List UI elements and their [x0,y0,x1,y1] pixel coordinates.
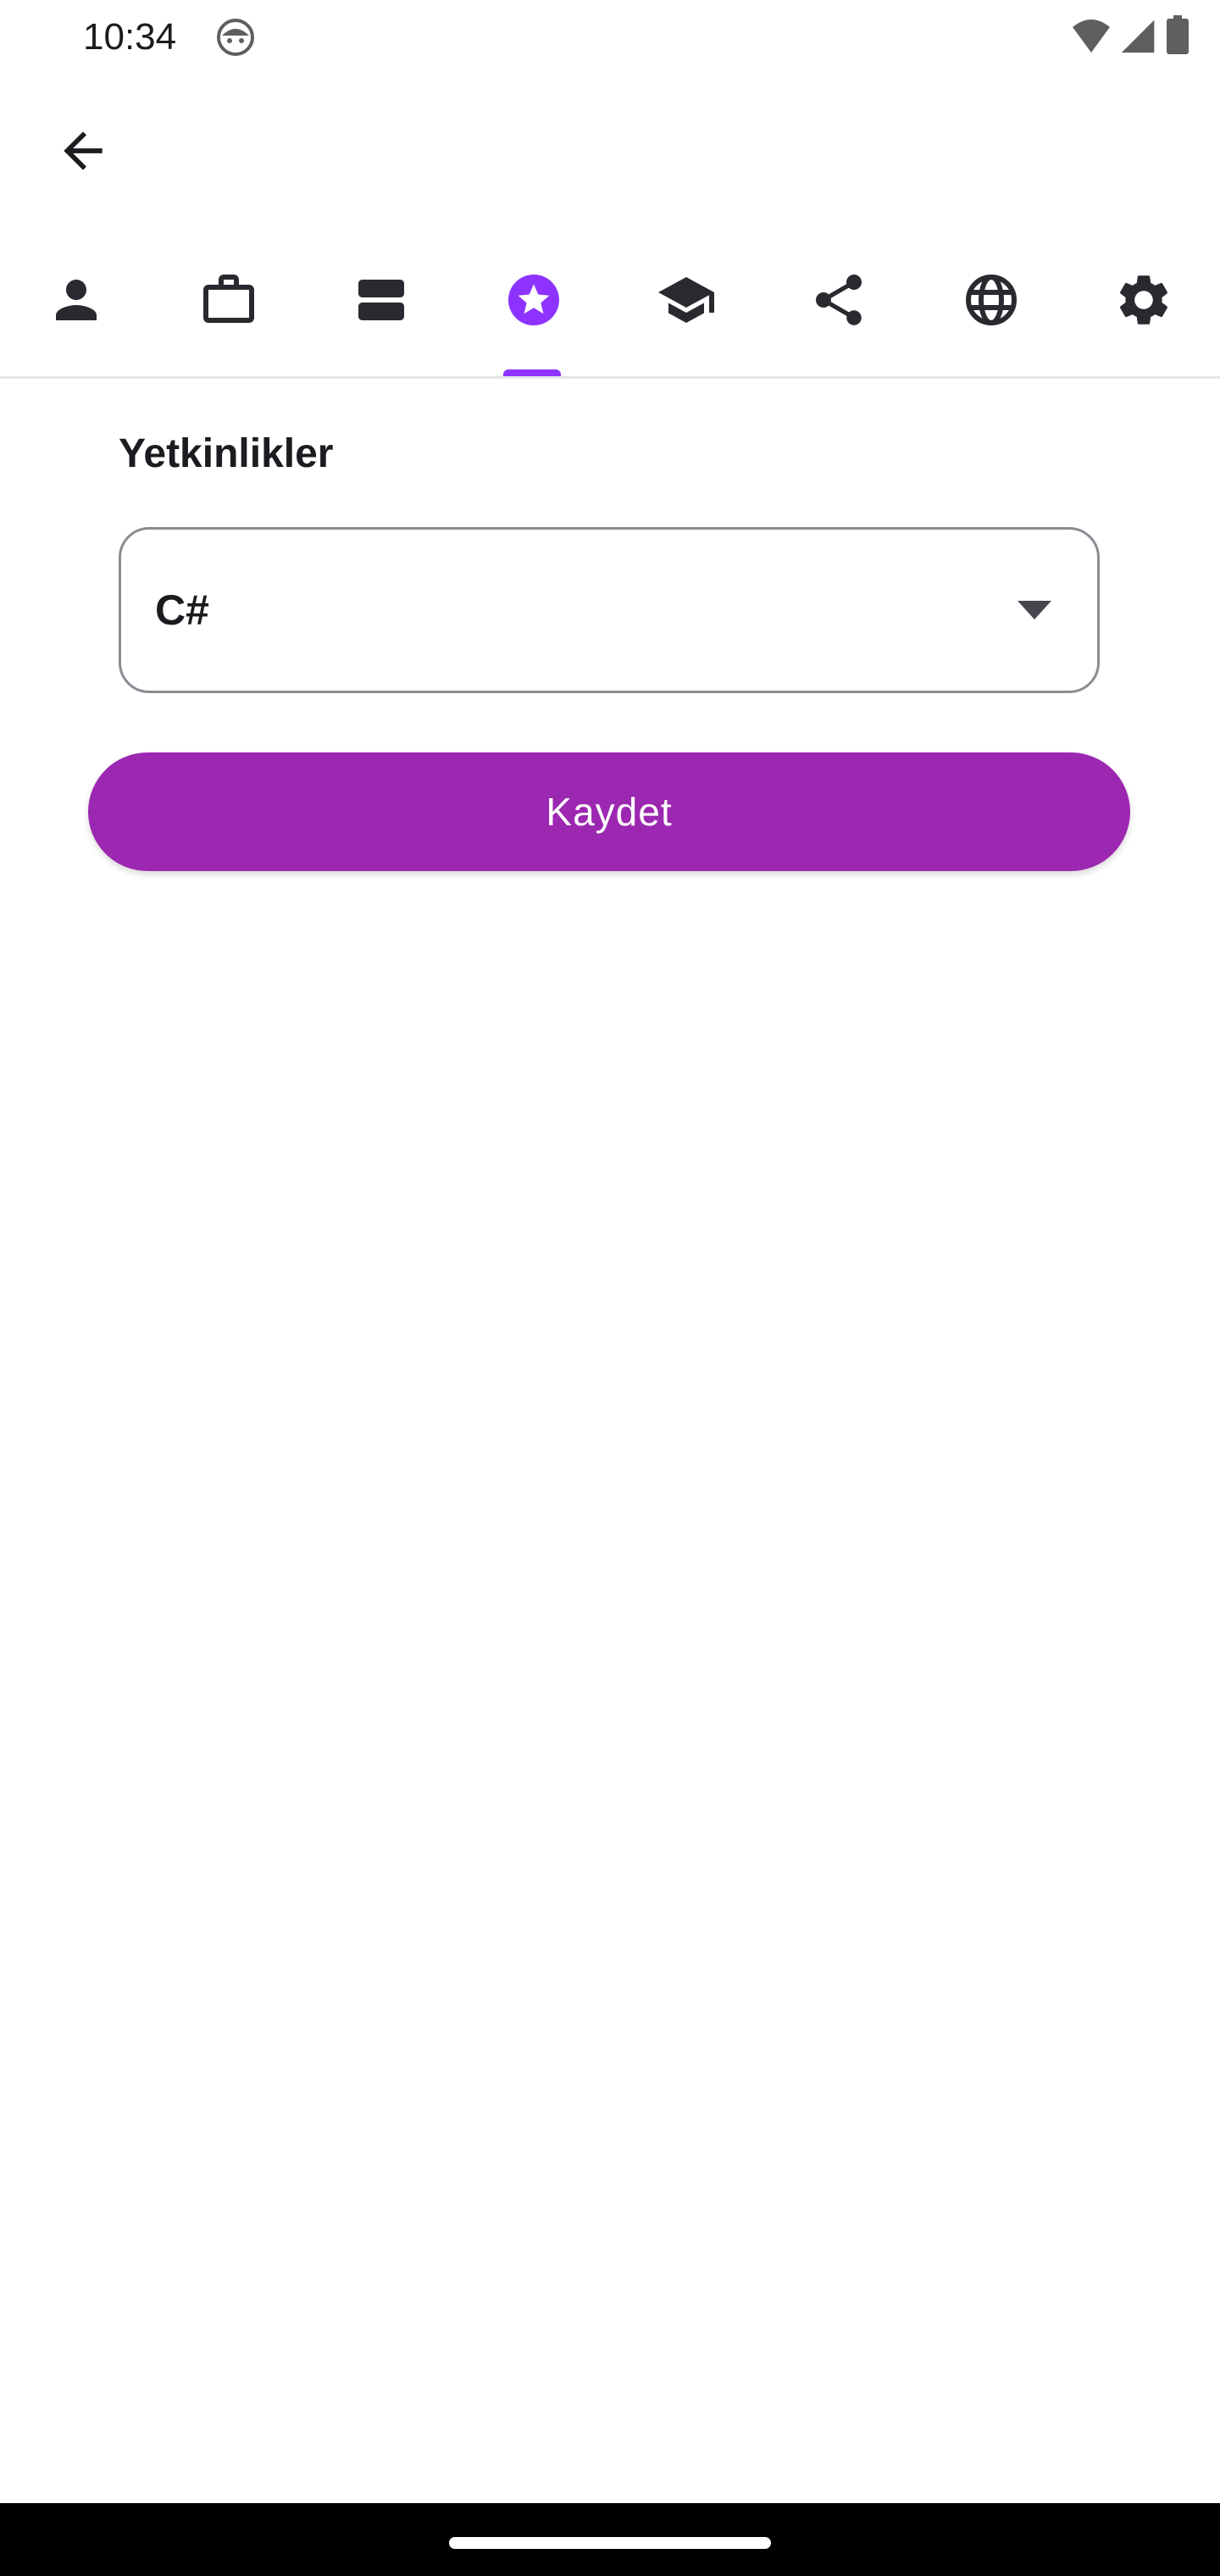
skill-dropdown-value: C# [155,586,209,634]
tab-education[interactable] [610,227,762,376]
system-navigation-bar [0,2503,1220,2576]
share-icon [808,269,869,335]
home-gesture-handle[interactable] [449,2537,771,2549]
status-bar: 10:34 [0,0,1220,78]
tab-divider [0,376,1220,379]
battery-icon [1166,14,1190,60]
profile-tab-row [0,227,1220,376]
tab-experience[interactable] [152,227,305,376]
tab-social[interactable] [762,227,915,376]
arrow-back-icon [54,122,112,184]
back-button[interactable] [42,112,124,193]
globe-icon [961,269,1022,335]
wifi-icon [1071,15,1112,60]
app-bar [0,78,1220,227]
status-time: 10:34 [83,16,177,58]
school-icon [656,269,717,335]
tab-settings[interactable] [1068,227,1220,376]
tab-skills[interactable] [458,227,610,376]
section-title: Yetkinlikler [119,431,334,476]
skill-dropdown[interactable]: C# [119,527,1100,693]
android-face-icon [215,17,256,58]
tab-personal-info[interactable] [0,227,152,376]
dropdown-arrow-icon [1018,601,1051,619]
save-button-label: Kaydet [546,790,673,834]
status-icons [1071,14,1190,60]
cellular-signal-icon [1120,15,1157,60]
tab-languages[interactable] [915,227,1068,376]
tab-projects[interactable] [305,227,458,376]
view-agenda-icon [351,269,412,335]
person-icon [46,269,107,335]
settings-gear-icon [1113,269,1174,335]
save-button[interactable]: Kaydet [88,752,1130,871]
briefcase-icon [198,269,259,335]
star-circle-icon [503,269,564,335]
